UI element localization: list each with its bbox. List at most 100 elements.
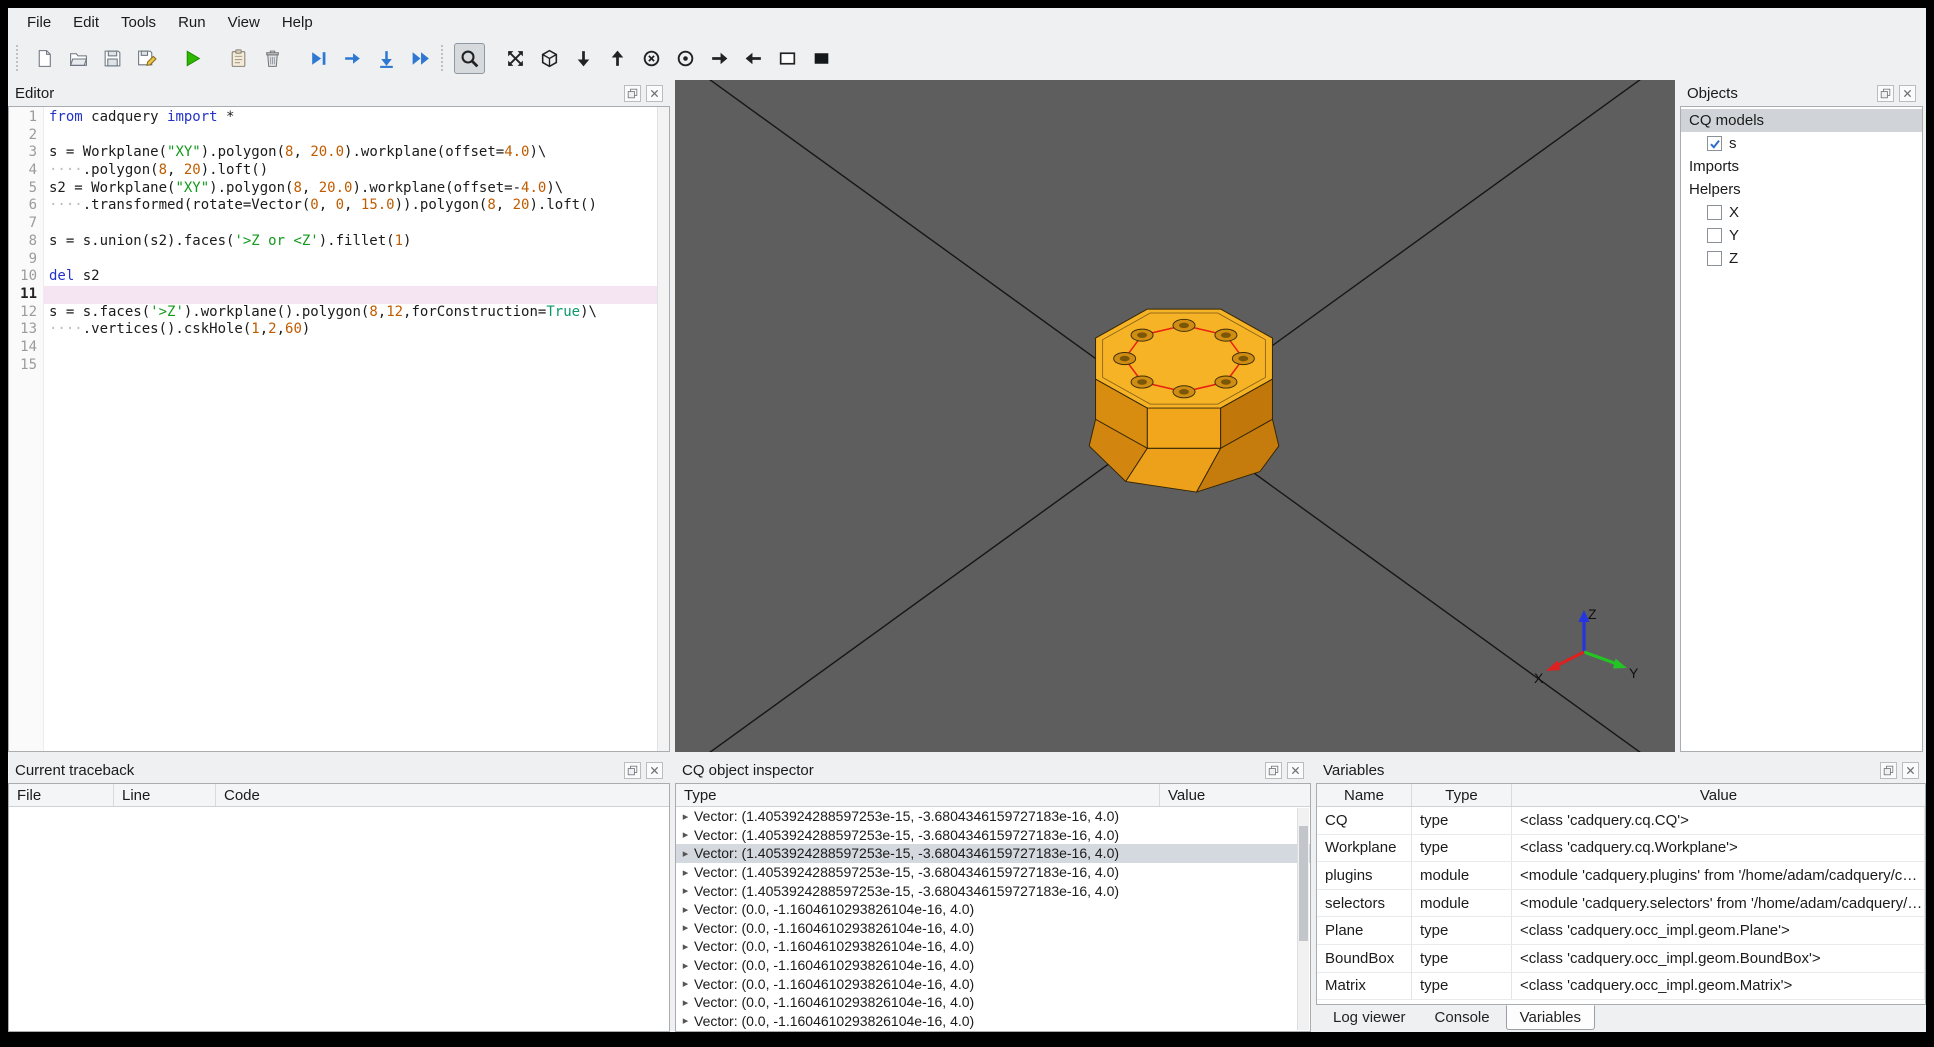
variable-row[interactable]: plugins module <module 'cadquery.plugins' … xyxy=(1317,862,1925,890)
close-panel-icon[interactable] xyxy=(1899,84,1916,102)
float-panel-icon[interactable] xyxy=(1880,761,1897,779)
trash-button[interactable] xyxy=(257,43,288,74)
inspector-row[interactable]: ▸ Vector: (1.4053924288597253e-15, -3.680… xyxy=(676,826,1310,845)
toolbar-handle[interactable] xyxy=(16,45,21,71)
column-header-line[interactable]: Line xyxy=(114,784,216,806)
float-panel-icon[interactable] xyxy=(1877,84,1894,102)
tree-item-imports[interactable]: Imports xyxy=(1681,155,1922,178)
expand-icon[interactable]: ▸ xyxy=(679,959,692,972)
zoom-button[interactable] xyxy=(454,42,485,74)
checkbox-s[interactable] xyxy=(1707,136,1722,151)
column-header-value[interactable]: Value xyxy=(1512,784,1925,806)
save-as-button[interactable] xyxy=(131,43,162,74)
inspector-row[interactable]: ▸ Vector: (0.0, -1.1604610293826104e-16, … xyxy=(676,974,1310,993)
code-editor[interactable]: 1 2 3 4 5 6 7 8 9 10 11 12 13 14 15 from cadquery impo… xyxy=(8,106,670,752)
inspector-row[interactable]: ▸ Vector: (0.0, -1.1604610293826104e-16, … xyxy=(676,1012,1310,1031)
expand-icon[interactable]: ▸ xyxy=(679,1014,692,1027)
column-header-file[interactable]: File xyxy=(9,784,114,806)
step-into-button[interactable] xyxy=(371,43,402,74)
fit-view-button[interactable] xyxy=(500,43,531,74)
variable-row[interactable]: selectors module <module 'cadquery.selecto… xyxy=(1317,889,1925,918)
view-back-button[interactable] xyxy=(670,43,701,74)
view-bottom-button[interactable] xyxy=(568,43,599,74)
column-header-name[interactable]: Name xyxy=(1317,784,1412,806)
checkbox-x[interactable] xyxy=(1707,205,1722,220)
debug-button[interactable] xyxy=(303,43,334,74)
inspector-row[interactable]: ▸ Vector: (0.0, -1.1604610293826104e-16, … xyxy=(676,919,1310,938)
inspector-row[interactable]: ▸ Vector: (0.0, -1.1604610293826104e-16, … xyxy=(676,993,1310,1012)
variable-row[interactable]: BoundBox type <class 'cadquery.occ_impl.ge… xyxy=(1317,944,1925,973)
continue-button[interactable] xyxy=(405,43,436,74)
wireframe-button[interactable] xyxy=(772,43,803,74)
tree-item-y[interactable]: Y xyxy=(1681,224,1922,247)
expand-icon[interactable]: ▸ xyxy=(679,810,692,823)
inspector-row[interactable]: ▸ Vector: (0.0, -1.1604610293826104e-16, … xyxy=(676,900,1310,919)
expand-icon[interactable]: ▸ xyxy=(679,977,692,990)
menu-run[interactable]: Run xyxy=(167,10,217,35)
close-panel-icon[interactable] xyxy=(646,84,663,102)
variable-row[interactable]: CQ type <class 'cadquery.cq.CQ'> xyxy=(1317,807,1925,835)
close-panel-icon[interactable] xyxy=(646,761,663,779)
inspector-row[interactable]: ▸ Vector: (1.4053924288597253e-15, -3.680… xyxy=(676,807,1310,826)
float-panel-icon[interactable] xyxy=(624,761,641,779)
tab-log-viewer[interactable]: Log viewer xyxy=(1320,1006,1419,1029)
viewport-3d[interactable]: Z Y X xyxy=(675,80,1675,752)
checkbox-z[interactable] xyxy=(1707,251,1722,266)
expand-icon[interactable]: ▸ xyxy=(679,847,692,860)
inspector-row[interactable]: ▸ Vector: (1.4053924288597253e-15, -3.680… xyxy=(676,881,1310,900)
cad-model[interactable] xyxy=(1050,282,1318,507)
float-panel-icon[interactable] xyxy=(624,84,641,102)
tree-item-helpers[interactable]: Helpers xyxy=(1681,178,1922,201)
menu-file[interactable]: File xyxy=(16,10,62,35)
open-file-button[interactable] xyxy=(63,43,94,74)
inspector-row[interactable]: ▸ Vector: (0.0, -1.1604610293826104e-16, … xyxy=(676,956,1310,975)
expand-icon[interactable]: ▸ xyxy=(679,903,692,916)
tree-item-s[interactable]: s xyxy=(1681,132,1922,155)
expand-icon[interactable]: ▸ xyxy=(679,884,692,897)
expand-icon[interactable]: ▸ xyxy=(679,828,692,841)
inspector-scrollbar[interactable] xyxy=(1297,808,1309,1030)
expand-icon[interactable]: ▸ xyxy=(679,940,692,953)
expand-icon[interactable]: ▸ xyxy=(679,996,692,1009)
column-header-type[interactable]: Type xyxy=(676,784,1160,806)
step-button[interactable] xyxy=(337,43,368,74)
view-left-button[interactable] xyxy=(738,43,769,74)
editor-scrollbar[interactable] xyxy=(657,107,669,751)
view-front-button[interactable] xyxy=(636,43,667,74)
view-top-button[interactable] xyxy=(602,43,633,74)
iso-view-button[interactable] xyxy=(534,43,565,74)
close-panel-icon[interactable] xyxy=(1287,761,1304,779)
shaded-button[interactable] xyxy=(806,43,837,74)
tree-item-z[interactable]: Z xyxy=(1681,247,1922,270)
column-header-code[interactable]: Code xyxy=(216,784,669,806)
code-area[interactable]: from cadquery import * s = Workplane("XY"… xyxy=(44,107,657,751)
expand-icon[interactable]: ▸ xyxy=(679,866,692,879)
menu-view[interactable]: View xyxy=(217,10,271,35)
menu-edit[interactable]: Edit xyxy=(62,10,110,35)
inspector-row[interactable]: ▸ Vector: (0.0, -1.1604610293826104e-16, … xyxy=(676,937,1310,956)
tab-variables[interactable]: Variables xyxy=(1505,1005,1596,1030)
scrollbar-thumb[interactable] xyxy=(1299,825,1308,942)
float-panel-icon[interactable] xyxy=(1265,761,1282,779)
save-button[interactable] xyxy=(97,43,128,74)
tree-item-x[interactable]: X xyxy=(1681,201,1922,224)
inspector-row[interactable]: ▸ Vector: (1.4053924288597253e-15, -3.680… xyxy=(676,863,1310,882)
clipboard-button[interactable] xyxy=(223,43,254,74)
inspector-row[interactable]: ▸ Vector: (1.4053924288597253e-15, -3.680… xyxy=(676,844,1310,863)
toolbar-handle[interactable] xyxy=(441,45,446,71)
expand-icon[interactable]: ▸ xyxy=(679,921,692,934)
column-header-value[interactable]: Value xyxy=(1160,784,1310,806)
new-file-button[interactable] xyxy=(29,43,60,74)
tab-console[interactable]: Console xyxy=(1422,1006,1503,1029)
variable-row[interactable]: Matrix type <class 'cadquery.occ_impl.geom… xyxy=(1317,972,1925,1001)
render-button[interactable] xyxy=(177,43,208,74)
menu-tools[interactable]: Tools xyxy=(110,10,167,35)
variable-row[interactable]: Workplane type <class 'cadquery.cq.Workpla… xyxy=(1317,834,1925,863)
column-header-type[interactable]: Type xyxy=(1412,784,1512,806)
close-panel-icon[interactable] xyxy=(1902,761,1919,779)
checkbox-y[interactable] xyxy=(1707,228,1722,243)
variable-row[interactable]: Plane type <class 'cadquery.occ_impl.geom.… xyxy=(1317,917,1925,945)
menu-help[interactable]: Help xyxy=(271,10,324,35)
view-right-button[interactable] xyxy=(704,43,735,74)
tree-item-cq-models[interactable]: CQ models xyxy=(1681,109,1922,132)
